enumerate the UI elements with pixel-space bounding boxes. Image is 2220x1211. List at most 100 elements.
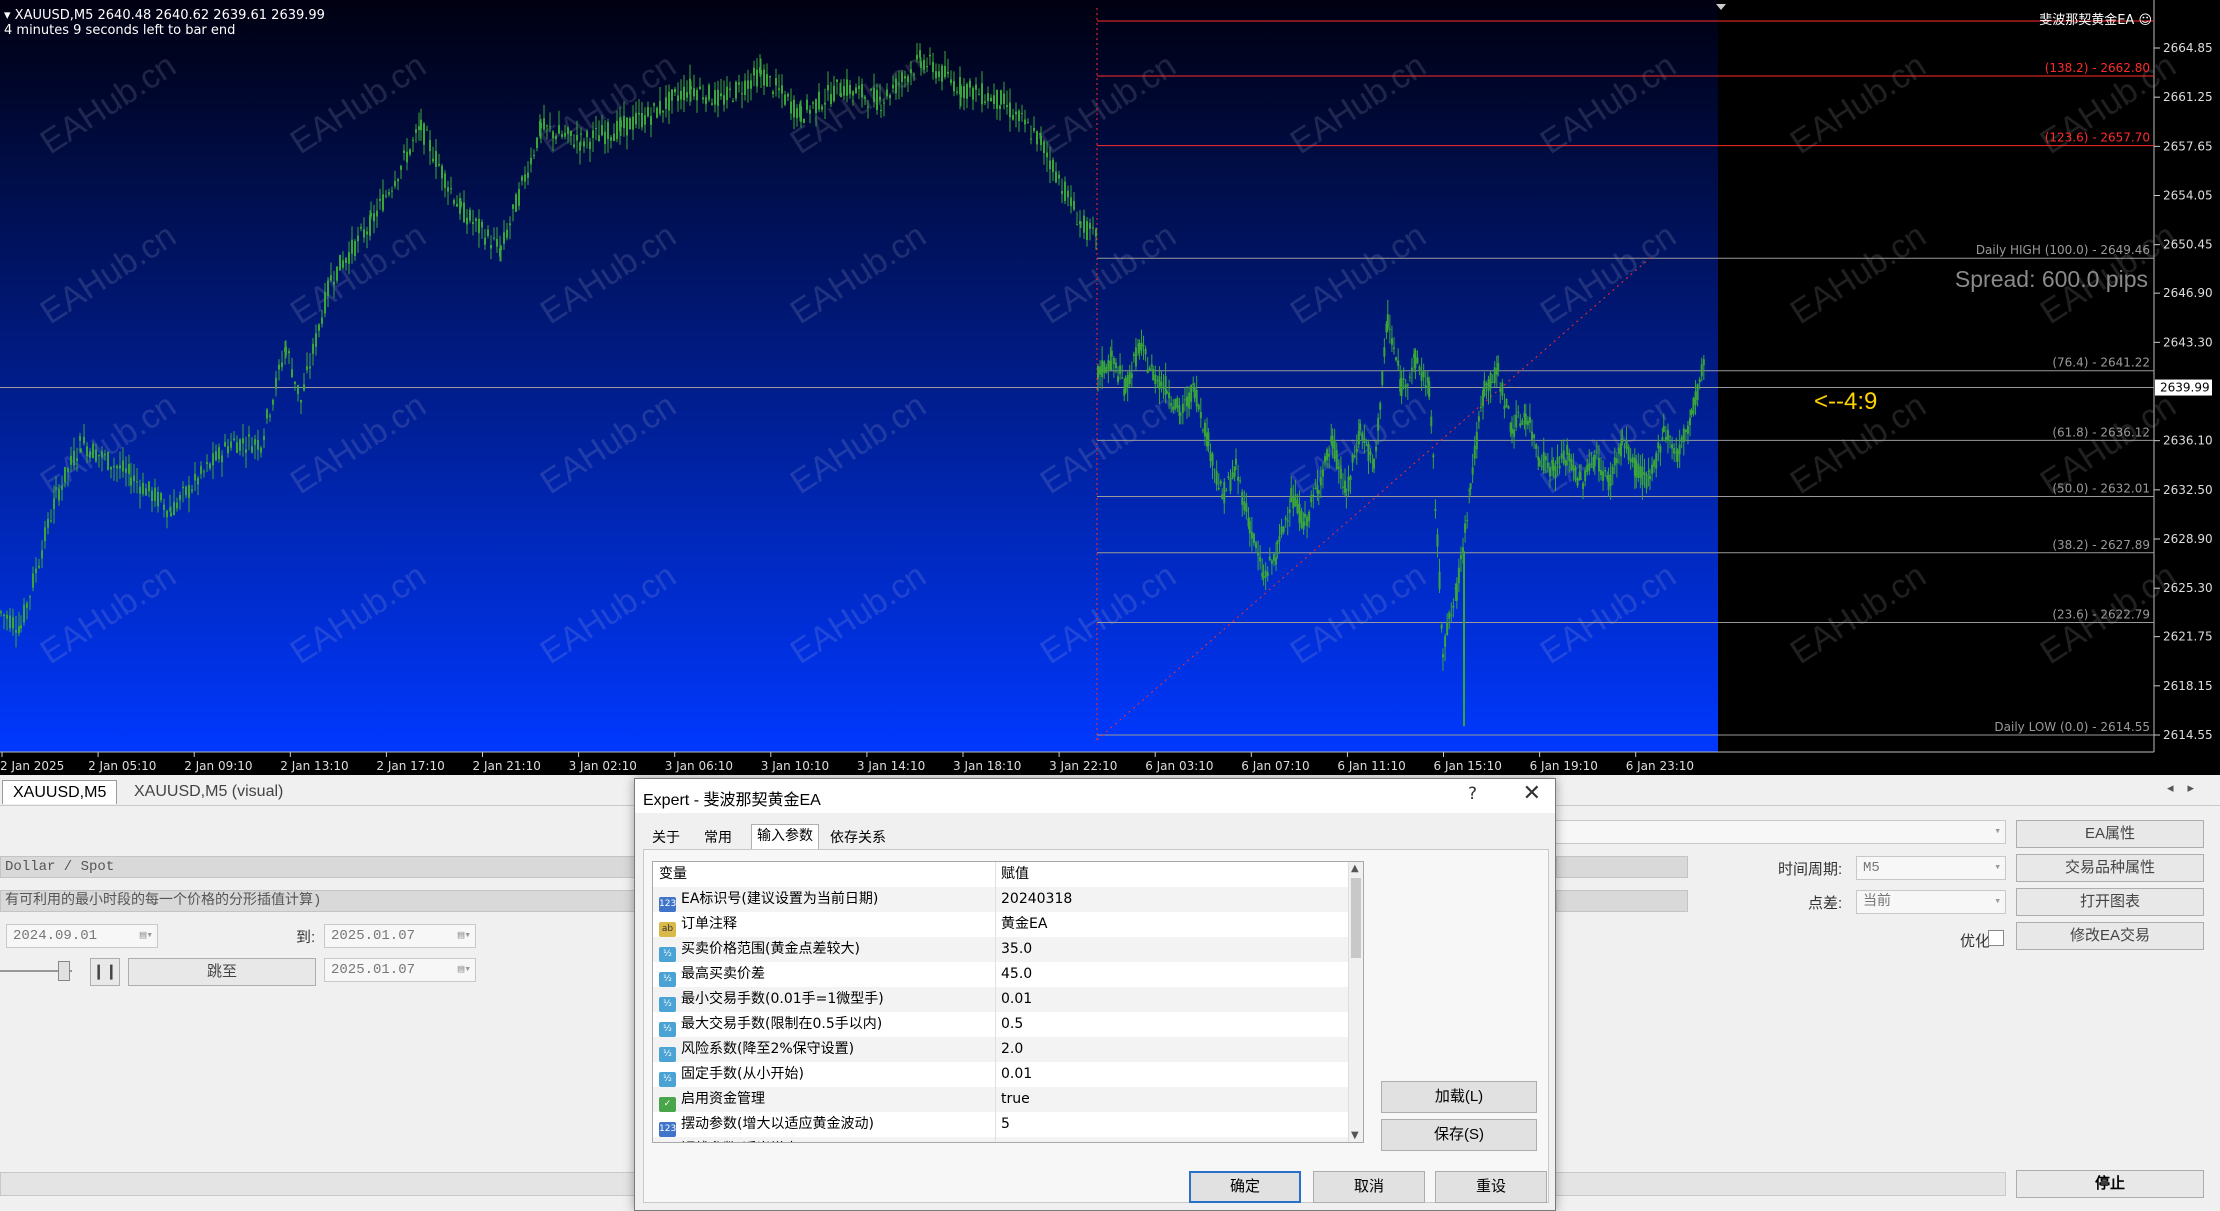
param-value[interactable]: true: [1001, 1087, 1030, 1112]
param-value[interactable]: 4: [1001, 1137, 1010, 1142]
symbol-dropdown-right[interactable]: [1556, 856, 1688, 878]
param-value[interactable]: 5: [1001, 1112, 1010, 1137]
tab-xauusd-m5[interactable]: XAUUSD,M5: [2, 780, 118, 804]
candle-body: [1637, 463, 1640, 478]
candle-body: [818, 91, 820, 110]
param-value[interactable]: 45.0: [1001, 962, 1032, 987]
param-row[interactable]: ½ 固定手数(从小开始) 0.01: [653, 1062, 1350, 1087]
param-value[interactable]: 35.0: [1001, 937, 1032, 962]
pause-button[interactable]: ❙❙: [90, 958, 120, 986]
candle-body: [1207, 432, 1210, 446]
period-select[interactable]: M5 ▾: [1856, 856, 2006, 880]
param-row[interactable]: ½ 最小交易手数(0.01手=1微型手) 0.01: [653, 987, 1350, 1012]
candle-body: [379, 198, 381, 201]
ok-button[interactable]: 确定: [1189, 1171, 1301, 1203]
param-name: 123短线参数(适当增大): [659, 1137, 804, 1142]
grid-scrollbar[interactable]: ▲ ▼: [1348, 862, 1363, 1142]
candle-body: [870, 89, 872, 91]
param-value[interactable]: 黄金EA: [1001, 912, 1047, 937]
candle-body: [840, 92, 842, 98]
jump-date-field[interactable]: 2025.01.07 ▤▾: [324, 958, 476, 982]
param-row[interactable]: ½ 买卖价格范围(黄金点差较大) 35.0: [653, 937, 1350, 962]
param-row[interactable]: ½ 最大交易手数(限制在0.5手以内) 0.5: [653, 1012, 1350, 1037]
candle-body: [1531, 431, 1534, 440]
candle-body: [953, 81, 955, 92]
chart-canvas[interactable]: EAHub.cn EAHub.cn EAHub.cn EAHub.cn EAHub.cn…: [0, 0, 2220, 775]
tab-xauusd-m5-visual[interactable]: XAUUSD,M5 (visual): [124, 780, 293, 804]
param-row[interactable]: 123短线参数(适当增大) 4: [653, 1137, 1350, 1142]
cancel-button[interactable]: 取消: [1313, 1171, 1425, 1203]
param-value[interactable]: 0.5: [1001, 1012, 1023, 1037]
param-row[interactable]: ✓ 启用资金管理 true: [653, 1087, 1350, 1112]
candle-body: [1390, 338, 1393, 345]
slider-thumb[interactable]: [58, 961, 70, 981]
tab-common[interactable]: 常用: [699, 827, 737, 849]
param-row[interactable]: ab 订单注释 黄金EA: [653, 912, 1350, 937]
modify-ea-button[interactable]: 修改EA交易: [2016, 922, 2204, 950]
speed-slider[interactable]: [0, 960, 72, 982]
help-icon[interactable]: ?: [1468, 784, 1477, 804]
param-value[interactable]: 0.01: [1001, 1062, 1032, 1087]
spread-select[interactable]: 当前 ▾: [1856, 890, 2006, 914]
candle-body: [852, 91, 854, 96]
candle-body: [209, 463, 211, 469]
candle-body: [815, 99, 817, 114]
to-date-field[interactable]: 2025.01.07 ▤▾: [324, 924, 476, 948]
candle-body: [506, 229, 508, 238]
calendar-icon[interactable]: ▤▾: [458, 925, 471, 947]
param-row[interactable]: ½ 最高买卖价差 45.0: [653, 962, 1350, 987]
candle-body: [1179, 413, 1182, 416]
open-chart-button[interactable]: 打开图表: [2016, 888, 2204, 916]
candle-body: [671, 89, 673, 101]
candle-body: [521, 176, 523, 181]
jump-to-button[interactable]: 跳至: [128, 958, 316, 986]
model-dropdown-right[interactable]: [1556, 890, 1688, 912]
param-row[interactable]: ½ 风险系数(降至2%保守设置) 2.0: [653, 1037, 1350, 1062]
candle-body: [86, 446, 88, 456]
candle-body: [929, 55, 931, 57]
candle-body: [1339, 468, 1342, 479]
symbol-select[interactable]: ▾: [1542, 820, 2006, 844]
reset-button[interactable]: 重设: [1435, 1171, 1547, 1203]
tab-about[interactable]: 关于: [647, 827, 685, 849]
column-header-value[interactable]: 赋值: [1001, 862, 1029, 887]
tab-inputs[interactable]: 输入参数: [751, 824, 819, 850]
tab-dependencies[interactable]: 依存关系: [825, 827, 891, 849]
close-icon[interactable]: ✕: [1523, 781, 1541, 806]
candle-body: [420, 119, 422, 131]
param-row[interactable]: 123 摆动参数(增大以适应黄金波动) 5: [653, 1112, 1350, 1137]
param-row[interactable]: 123 EA标识号(建议设置为当前日期) 20240318: [653, 887, 1350, 912]
optimize-checkbox[interactable]: [1988, 930, 2004, 946]
load-button[interactable]: 加载(L): [1381, 1081, 1537, 1113]
candle-body: [89, 451, 91, 458]
calendar-icon[interactable]: ▤▾: [458, 959, 471, 981]
candle-body: [1288, 509, 1291, 513]
price-chart[interactable]: EAHub.cn EAHub.cn EAHub.cn EAHub.cn EAHub.cn…: [0, 0, 2220, 775]
candle-body: [1266, 572, 1269, 577]
ea-properties-button[interactable]: EA属性: [2016, 820, 2204, 848]
dialog-titlebar[interactable]: Expert - 斐波那契黄金EA ? ✕: [635, 779, 1555, 813]
save-button[interactable]: 保存(S): [1381, 1119, 1537, 1151]
ea-label[interactable]: 斐波那契黄金EA ☺: [2039, 9, 2152, 28]
param-value[interactable]: 0.01: [1001, 987, 1032, 1012]
symbol-properties-button[interactable]: 交易品种属性: [2016, 854, 2204, 882]
param-value[interactable]: 2.0: [1001, 1037, 1023, 1062]
stop-button[interactable]: 停止: [2016, 1170, 2204, 1198]
candle-body: [119, 465, 121, 469]
column-header-variable[interactable]: 变量: [659, 862, 687, 887]
candle-body: [1235, 458, 1237, 465]
scroll-up-icon[interactable]: ▲: [1351, 863, 1359, 874]
candle-body: [1647, 471, 1650, 473]
candle-body: [426, 129, 428, 131]
candle-body: [348, 252, 350, 264]
from-date-field[interactable]: 2024.09.01 ▤▾: [6, 924, 158, 948]
tab-scroll-arrows[interactable]: ◂▸: [2167, 781, 2208, 796]
scroll-thumb[interactable]: [1351, 878, 1361, 958]
input-parameters-grid[interactable]: 变量 赋值 123 EA标识号(建议设置为当前日期) 20240318 ab 订单注释 黄…: [652, 861, 1364, 1143]
candle-body: [864, 96, 866, 99]
candle-body: [1607, 474, 1610, 491]
param-value[interactable]: 20240318: [1001, 887, 1072, 912]
calendar-icon[interactable]: ▤▾: [140, 925, 153, 947]
scroll-down-icon[interactable]: ▼: [1351, 1130, 1359, 1141]
candle-body: [1036, 131, 1038, 145]
